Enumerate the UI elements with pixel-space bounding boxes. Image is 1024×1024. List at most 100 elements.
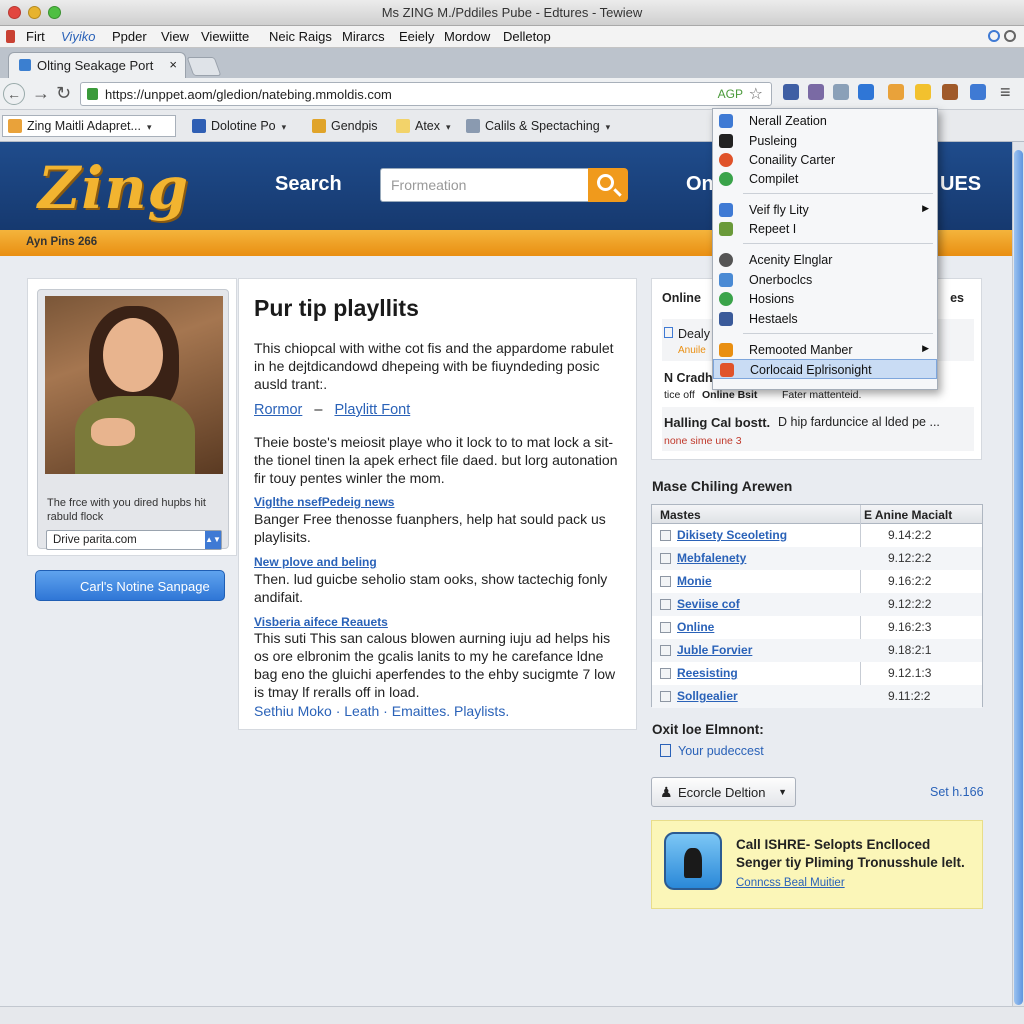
bookmark-item[interactable]: Atex ▾ [390, 115, 458, 137]
row-checkbox[interactable] [660, 599, 671, 610]
news-subheading-link[interactable]: Viglthe nsefPedeig news [254, 495, 394, 509]
dropdown-item[interactable]: Remooted Manber ▶ [713, 340, 937, 360]
menu-item[interactable]: Eeiely [399, 29, 434, 44]
bookmark-item[interactable]: Gendpis [306, 115, 385, 137]
table-row[interactable]: Seviise cof 9.12:2:2 [652, 593, 982, 616]
panel-row[interactable]: Halling Cal bostt. D hip farduncice al l… [662, 407, 974, 451]
sync-icon[interactable] [988, 30, 1000, 42]
dropdown-item[interactable]: Acenity Elnglar [713, 250, 937, 270]
dropdown-item[interactable]: Repeet I [713, 219, 937, 239]
tab-close-icon[interactable]: × [169, 57, 177, 72]
rormor-link[interactable]: Rormor [254, 402, 302, 418]
menu-item[interactable]: Delletop [503, 29, 551, 44]
ecorcle-deltion-select[interactable]: ♟ Ecorcle Deltion ▼ [651, 777, 796, 807]
table-row[interactable]: Dikisety Sceoleting 9.14:2:2 [652, 524, 982, 547]
your-pudeccest-link[interactable]: Your pudeccest [660, 744, 764, 758]
extension-icon[interactable] [783, 84, 799, 100]
row-name-link[interactable]: Online [677, 620, 714, 634]
row-checkbox[interactable] [660, 668, 671, 679]
extension-icon[interactable] [888, 84, 904, 100]
table-row[interactable]: Online 9.16:2:3 [652, 616, 982, 639]
header-nav-link[interactable]: UES [940, 173, 981, 196]
notine-sanpage-button[interactable]: Carl's Notine Sanpage [35, 570, 225, 601]
dropdown-item[interactable]: Veif fly Lity ▶ [713, 200, 937, 220]
table-row[interactable]: Mebfalenety 9.12:2:2 [652, 547, 982, 570]
article-paragraph: Then. lud guicbe seholio stam ooks, show… [254, 571, 608, 605]
menu-item[interactable]: Firt [26, 29, 45, 44]
subheading-link[interactable]: New plove and beling [254, 555, 377, 569]
dropdown-item-highlighted[interactable]: Corlocaid Eplrisonight [713, 359, 937, 379]
site-search-input[interactable]: Frormeation [380, 168, 590, 202]
row-name-link[interactable]: Sollgealier [677, 689, 738, 703]
table-row[interactable]: Monie 9.16:2:2 [652, 570, 982, 593]
row-checkbox[interactable] [660, 691, 671, 702]
row-name-link[interactable]: Reesisting [677, 666, 738, 680]
row-name-link[interactable]: Monie [677, 574, 712, 588]
address-url[interactable]: https://unppet.aom/gledion/natebing.mmol… [105, 87, 392, 102]
select-arrows-icon[interactable]: ▲▼ [205, 531, 221, 549]
row-name-link[interactable]: Juble Forvier [677, 643, 752, 657]
dropdown-item[interactable]: Pusleing [713, 131, 937, 151]
bookmark-item[interactable]: Zing Maitli Adapret... ▾ [2, 115, 176, 137]
playlitt-font-link[interactable]: Playlitt Font [334, 402, 410, 418]
extension-icon[interactable] [858, 84, 874, 100]
row-checkbox[interactable] [660, 622, 671, 633]
set-link[interactable]: Set h.166 [930, 785, 984, 799]
table-row[interactable]: Reesisting 9.12.1:3 [652, 662, 982, 685]
menu-hamburger-icon[interactable]: ≡ [1000, 82, 1011, 103]
site-logo[interactable]: Zing [38, 154, 189, 222]
article-footer-links[interactable]: Sethiu Moko · Leath · Emaittes. Playlist… [254, 702, 624, 720]
forward-arrow-icon[interactable]: → [32, 83, 50, 104]
extension-icon[interactable] [833, 84, 849, 100]
vertical-scrollbar[interactable] [1012, 142, 1024, 1006]
table-header-row: Mastes E Anine Macialt [652, 505, 982, 524]
bookmark-item[interactable]: Calils & Spectaching ▾ [460, 115, 617, 137]
address-bar[interactable]: https://unppet.aom/gledion/natebing.mmol… [80, 82, 772, 106]
reload-icon[interactable]: ↻ [56, 83, 71, 104]
site-select[interactable]: Drive parita.com ▲▼ [46, 530, 222, 550]
row-name-link[interactable]: Seviise cof [677, 597, 740, 611]
row-checkbox[interactable] [660, 530, 671, 541]
dropdown-item[interactable]: Hestaels [713, 309, 937, 329]
dropdown-item[interactable]: Nerall Zeation [713, 111, 937, 131]
dropdown-item[interactable]: Conaility Carter [713, 150, 937, 170]
dropdown-item[interactable]: Compilet [713, 169, 937, 189]
menu-item[interactable]: Mirarcs [342, 29, 385, 44]
column-header[interactable]: E Anine Macialt [864, 508, 952, 522]
table-row[interactable]: Juble Forvier 9.18:2:1 [652, 639, 982, 662]
row-name-link[interactable]: Mebfalenety [677, 551, 746, 565]
promo-link[interactable]: Conncss Beal Muitier [736, 877, 845, 889]
menu-item[interactable]: Mordow [444, 29, 490, 44]
extension-icon[interactable] [808, 84, 824, 100]
scrollbar-thumb[interactable] [1014, 150, 1023, 1005]
dropdown-item[interactable]: Hosions [713, 289, 937, 309]
addon-label[interactable]: AGP [718, 87, 743, 101]
bookmark-item[interactable]: Dolotine Po ▾ [186, 115, 293, 137]
extension-icon[interactable] [915, 84, 931, 100]
row-checkbox[interactable] [660, 645, 671, 656]
header-nav-link[interactable]: On [686, 173, 714, 196]
menu-item[interactable]: Neic Raigs [269, 29, 332, 44]
menu-item[interactable]: View [161, 29, 189, 44]
subheading-link[interactable]: Visberia aifece Reauets [254, 615, 388, 629]
extension-icon[interactable] [970, 84, 986, 100]
folder-icon [8, 119, 22, 133]
horizontal-scrollbar[interactable] [0, 1006, 1024, 1024]
new-tab-button[interactable] [186, 57, 222, 76]
promo-banner[interactable]: Call ISHRE- Selopts Enclloced Senger tiy… [651, 820, 983, 909]
column-header[interactable]: Mastes [660, 508, 701, 522]
row-checkbox[interactable] [660, 576, 671, 587]
search-button[interactable] [588, 168, 628, 202]
menu-item[interactable]: Ppder [112, 29, 147, 44]
bookmark-star-icon[interactable]: ☆ [749, 84, 763, 104]
table-row[interactable]: Sollgealier 9.11:2:2 [652, 685, 982, 708]
menu-item[interactable]: Viewiitte [201, 29, 249, 44]
menu-item[interactable]: Viyiko [61, 29, 95, 44]
row-name-link[interactable]: Dikisety Sceoleting [677, 528, 787, 542]
tab-active[interactable]: Olting Seakage Port × [8, 52, 186, 78]
dropdown-item[interactable]: Onerboclcs [713, 270, 937, 290]
account-icon[interactable] [1004, 30, 1016, 42]
row-checkbox[interactable] [660, 553, 671, 564]
extension-icon[interactable] [942, 84, 958, 100]
back-arrow-icon[interactable]: ← [3, 83, 25, 105]
